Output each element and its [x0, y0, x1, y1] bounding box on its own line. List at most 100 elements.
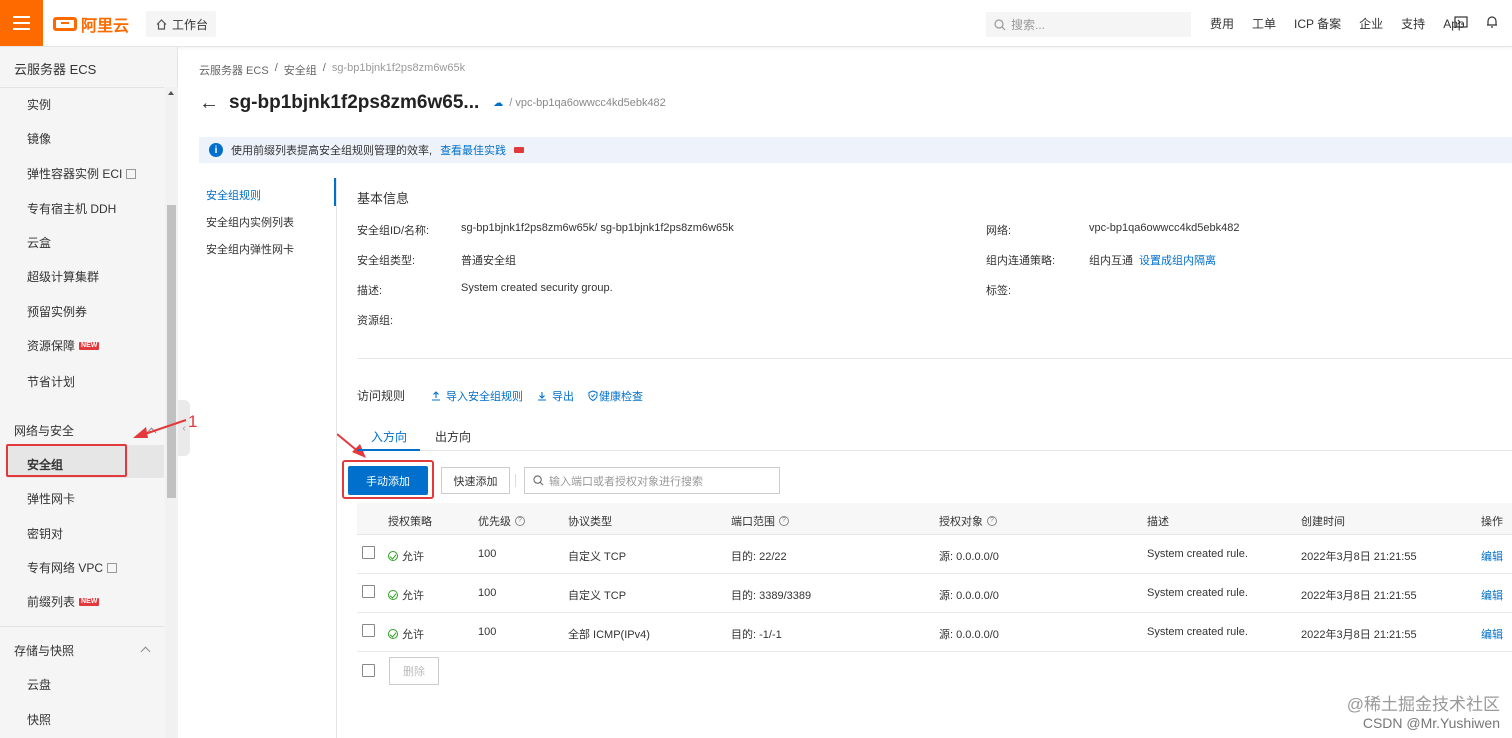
table-header: 授权策略 优先级? 协议类型 端口范围? 授权对象? 描述 创建时间 操作 [357, 503, 1512, 535]
breadcrumb-ecs[interactable]: 云服务器 ECS [199, 62, 269, 78]
sidebar-item-images[interactable]: 镜像 [27, 130, 51, 147]
scroll-up-arrow[interactable] [168, 91, 174, 95]
tab-inbound[interactable]: 入方向 [371, 428, 407, 445]
help-icon[interactable]: ? [515, 516, 525, 526]
search-placeholder: 输入端口或者授权对象进行搜索 [549, 475, 703, 488]
help-icon[interactable]: ? [779, 516, 789, 526]
sidebar-item-snapshot[interactable]: 快照 [27, 711, 51, 728]
sidebar-item-eci[interactable]: 弹性容器实例 ECI [27, 165, 137, 182]
cell-priority: 100 [478, 626, 497, 638]
sidebar-item-disk[interactable]: 云盘 [27, 676, 51, 693]
link-billing[interactable]: 费用 [1210, 15, 1234, 32]
link-icp[interactable]: ICP 备案 [1294, 15, 1341, 32]
tab-instances[interactable]: 安全组内实例列表 [206, 214, 294, 230]
sidebar-item-keypair[interactable]: 密钥对 [27, 525, 63, 542]
cell-priority: 100 [478, 587, 497, 599]
breadcrumb-sep: / [322, 62, 326, 74]
edit-link[interactable]: 编辑 [1481, 626, 1503, 642]
set-isolation-link[interactable]: 设置成组内隔离 [1139, 255, 1216, 267]
table-row: 允许 100 全部 ICMP(IPv4) 目的: -1/-1 源: 0.0.0.… [357, 613, 1512, 652]
sidebar-item-eni[interactable]: 弹性网卡 [27, 490, 75, 507]
col-priority: 优先级? [478, 513, 525, 529]
back-arrow-icon[interactable]: ← [199, 93, 219, 113]
sidebar-item-savings[interactable]: 节省计划 [27, 373, 75, 390]
health-check-button[interactable]: 健康检查 [588, 388, 643, 404]
search-icon [533, 475, 544, 486]
aliyun-logo[interactable]: 阿里云 [53, 13, 129, 35]
watermark-line-1: @稀土掘金技术社区 [1346, 695, 1500, 714]
tab-eni[interactable]: 安全组内弹性网卡 [206, 241, 294, 257]
home-icon [156, 18, 167, 30]
edit-link[interactable]: 编辑 [1481, 548, 1503, 564]
cell-protocol: 自定义 TCP [568, 551, 627, 563]
export-button[interactable]: 导出 [537, 388, 574, 404]
sidebar-item-ddh[interactable]: 专有宿主机 DDH [27, 200, 116, 217]
row-checkbox[interactable] [362, 546, 375, 559]
help-icon[interactable]: ? [987, 516, 997, 526]
watermark-line-2: CSDN @Mr.Yushiwen [1362, 715, 1500, 731]
sidebar-item-vpc[interactable]: 专有网络 VPC [27, 559, 118, 576]
workbench-button[interactable]: 工作台 [146, 11, 216, 37]
divider [0, 87, 164, 88]
link-tickets[interactable]: 工单 [1252, 15, 1276, 32]
annotation-highlight-box [6, 444, 127, 477]
menu-icon[interactable] [0, 0, 43, 46]
sidebar-item-reserved[interactable]: 预留实例券 [27, 303, 87, 320]
row-checkbox[interactable] [362, 585, 375, 598]
best-practice-link[interactable]: 查看最佳实践 [440, 142, 506, 158]
scrollbar-thumb[interactable] [167, 205, 176, 498]
health-check-label: 健康检查 [599, 390, 644, 403]
sidebar-group-storage[interactable]: 存储与快照 [14, 642, 74, 659]
id-label: 安全组ID/名称: [357, 225, 430, 237]
table-row: 允许 100 自定义 TCP 目的: 3389/3389 源: 0.0.0.0/… [357, 574, 1512, 613]
top-bar: 阿里云 工作台 搜索... 费用 工单 ICP 备案 企业 支持 App [0, 0, 1512, 47]
network-value[interactable]: vpc-bp1qa6owwcc4kd5ebk482 [1089, 222, 1239, 234]
edit-link[interactable]: 编辑 [1481, 587, 1503, 603]
sidebar-group-network[interactable]: 网络与安全 [14, 422, 74, 439]
cell-protocol: 自定义 TCP [568, 590, 627, 602]
terminal-icon[interactable] [1454, 15, 1468, 29]
delete-button[interactable]: 删除 [389, 657, 439, 685]
bell-icon[interactable] [1485, 15, 1499, 29]
tag-label: 标签: [986, 285, 1012, 297]
import-rules-button[interactable]: 导入安全组规则 [431, 388, 523, 404]
download-icon [538, 391, 547, 401]
top-links: 费用 工单 ICP 备案 企业 支持 App [1210, 15, 1483, 32]
sidebar-item-assurance[interactable]: 资源保障 NEW [27, 337, 100, 354]
select-all-checkbox[interactable] [362, 664, 375, 677]
breadcrumb: 云服务器 ECS / 安全组 / sg-bp1bjnk1f2ps8zm6w65k [199, 62, 465, 78]
chevron-up-icon[interactable] [140, 646, 151, 657]
link-enterprise[interactable]: 企业 [1359, 15, 1383, 32]
sidebar-item-scc[interactable]: 超级计算集群 [27, 268, 99, 285]
policy-text: 组内互通 [1089, 255, 1133, 267]
sidebar: 云服务器 ECS 实例 镜像 弹性容器实例 ECI 专有宿主机 DDH 云盒 超… [0, 47, 178, 738]
export-label: 导出 [552, 390, 575, 403]
row-checkbox[interactable] [362, 624, 375, 637]
tab-outbound[interactable]: 出方向 [435, 428, 471, 445]
breadcrumb-security-group[interactable]: 安全组 [284, 62, 317, 78]
global-search-input[interactable]: 搜索... [986, 12, 1191, 37]
sidebar-item-instances[interactable]: 实例 [27, 96, 51, 113]
shield-check-icon [588, 390, 598, 401]
rules-label: 访问规则 [357, 389, 406, 403]
divider [357, 358, 1512, 359]
rules-toolbar: 访问规则 导入安全组规则 导出 健康检查 [357, 387, 657, 404]
cell-policy: 允许 [388, 626, 424, 642]
cell-created: 2022年3月8日 21:21:55 [1301, 629, 1417, 641]
sidebar-item-prefix-list[interactable]: 前缀列表 NEW [27, 593, 100, 610]
sidebar-item-cloudbox[interactable]: 云盒 [27, 234, 51, 251]
tab-active-indicator [357, 449, 420, 451]
tab-rules[interactable]: 安全组规则 [206, 187, 261, 203]
rule-search-input[interactable]: 输入端口或者授权对象进行搜索 [524, 467, 780, 494]
chevron-up-icon[interactable] [146, 427, 157, 438]
workbench-label: 工作台 [172, 17, 209, 32]
id-value: sg-bp1bjnk1f2ps8zm6w65k/ sg-bp1bjnk1f2ps… [461, 222, 734, 234]
logo-text: 阿里云 [81, 18, 130, 35]
vpc-id[interactable]: / vpc-bp1qa6owwcc4kd5ebk482 [509, 97, 666, 109]
new-badge: NEW [79, 341, 100, 350]
annotation-highlight-box [342, 460, 434, 499]
new-badge: NEW [79, 597, 100, 606]
breadcrumb-current: sg-bp1bjnk1f2ps8zm6w65k [331, 62, 466, 74]
link-support[interactable]: 支持 [1401, 15, 1425, 32]
quick-add-button[interactable]: 快速添加 [441, 467, 510, 494]
